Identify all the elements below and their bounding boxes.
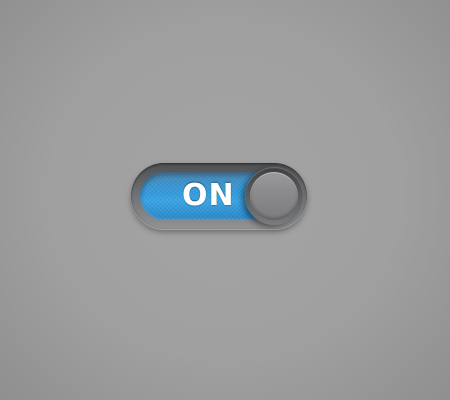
canvas-background: ON xyxy=(0,0,450,400)
toggle-state-label: ON xyxy=(182,178,235,213)
toggle-knob[interactable] xyxy=(245,167,303,225)
on-off-toggle-switch[interactable]: ON xyxy=(131,163,307,229)
toggle-knob-face xyxy=(250,172,298,220)
